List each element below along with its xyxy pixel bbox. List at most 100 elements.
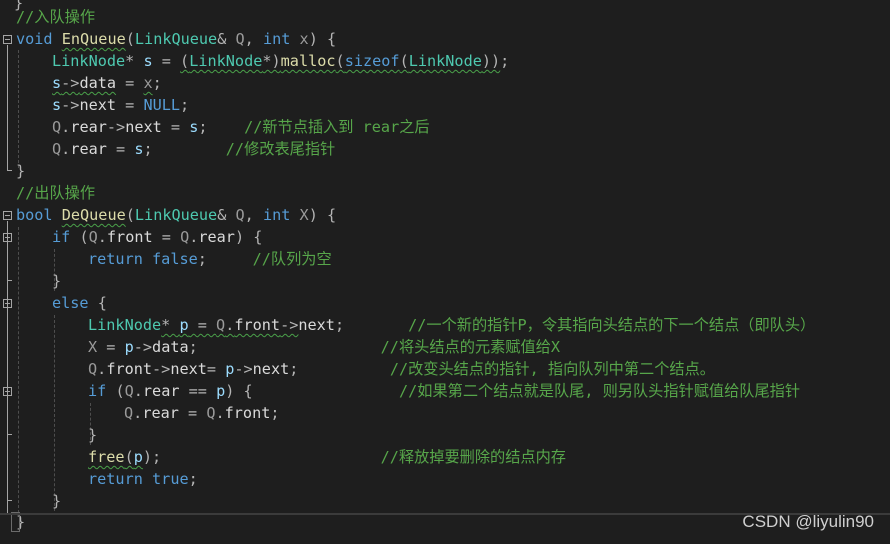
code-token: ) { <box>308 30 337 48</box>
code-token: -> <box>133 338 153 356</box>
code-token: int <box>262 206 291 224</box>
code-token: ( <box>125 206 135 224</box>
code-token: //如果第二个结点就是队尾, 则另队头指针赋值给队尾指针 <box>398 382 801 400</box>
code-token: Q <box>124 404 134 422</box>
code-token: ( <box>70 228 89 246</box>
code-token: //入队操作 <box>16 8 96 26</box>
code-token: -> <box>61 96 80 114</box>
code-token: EnQueue <box>61 30 126 48</box>
code-line: } <box>52 490 61 512</box>
code-token: ( <box>124 448 134 466</box>
code-token: = <box>188 316 217 334</box>
code-editor[interactable]: } //入队操作 void EnQueue(LinkQueue& Q, int … <box>0 0 890 544</box>
code-token: front <box>234 316 281 334</box>
code-line: if (Q.rear == p) { //如果第二个结点就是队尾, 则另队头指针… <box>88 380 800 402</box>
code-token: } <box>16 162 26 180</box>
code-line: LinkNode* p = Q.front->next; //一个新的指针P，令… <box>88 314 815 336</box>
code-token: & <box>217 206 236 224</box>
text-cursor <box>11 512 20 532</box>
code-line: //出队操作 <box>16 182 95 204</box>
code-token: s <box>52 96 62 114</box>
code-line: void EnQueue(LinkQueue& Q, int x) { <box>16 28 336 50</box>
indent-guide <box>18 227 19 513</box>
code-line: } <box>88 424 97 446</box>
code-token: //将头结点的元素赋值给X <box>380 338 560 356</box>
code-token: Q <box>52 140 62 158</box>
code-token: } <box>52 272 62 290</box>
code-token: Q <box>88 228 98 246</box>
code-token: LinkQueue <box>134 206 218 224</box>
code-token: //改变头结点的指针, 指向队列中第二个结点。 <box>389 360 715 378</box>
code-token: malloc <box>280 52 336 70</box>
code-line: X = p->data; //将头结点的元素赋值给X <box>88 336 560 358</box>
code-token: ; <box>143 140 226 158</box>
code-token: //新节点插入到 rear之后 <box>244 118 430 136</box>
code-token: LinkQueue <box>134 30 218 48</box>
code-token: bool <box>16 206 53 224</box>
fold-toggle-if-rear[interactable] <box>3 387 12 396</box>
code-line: if (Q.front = Q.rear) { <box>52 226 262 248</box>
code-token: rear <box>70 140 107 158</box>
code-token: x <box>299 30 309 48</box>
code-line: else { <box>52 292 107 314</box>
fold-toggle-dequeue[interactable] <box>3 211 12 220</box>
code-token: } <box>88 426 98 444</box>
fold-end-enqueue <box>7 170 12 171</box>
code-token: , <box>244 206 263 224</box>
code-token: //出队操作 <box>16 184 96 202</box>
code-token: if <box>88 382 107 400</box>
code-token: . <box>61 118 71 136</box>
code-token: next <box>170 360 207 378</box>
code-token: ( <box>399 52 409 70</box>
code-token: //释放掉要删除的结点内存 <box>380 448 566 466</box>
code-token: ; <box>270 404 280 422</box>
code-line: free(p); //释放掉要删除的结点内存 <box>88 446 566 468</box>
code-line: return false; //队列为空 <box>88 248 332 270</box>
fold-toggle-enqueue[interactable] <box>3 35 12 44</box>
code-token: . <box>225 316 235 334</box>
code-token: Q <box>235 30 245 48</box>
code-token: ; <box>334 316 409 334</box>
code-token: ( <box>180 52 190 70</box>
code-token: . <box>133 382 143 400</box>
code-token: p <box>216 382 226 400</box>
code-line: } <box>52 270 61 292</box>
code-token: = <box>206 360 226 378</box>
code-token: . <box>97 228 107 246</box>
fold-toggle-else[interactable] <box>3 299 12 308</box>
code-token: -> <box>152 360 171 378</box>
code-token: ; <box>188 470 198 488</box>
code-token: ( <box>125 30 135 48</box>
code-token: ; <box>500 52 510 70</box>
code-line: Q.front->next= p->next; //改变头结点的指针, 指向队列… <box>88 358 715 380</box>
watermark: CSDN @liyulin90 <box>742 512 874 531</box>
code-token: //一个新的指针P，令其指向头结点的下一个结点（即队头） <box>408 316 816 334</box>
code-token: ; <box>198 118 245 136</box>
code-token: next <box>79 96 117 114</box>
code-token: -> <box>280 316 299 334</box>
code-token: = <box>152 228 181 246</box>
code-token: X <box>88 338 98 356</box>
code-token: LinkNode <box>189 52 263 70</box>
code-token: else <box>52 294 89 312</box>
code-token: -> <box>106 118 126 136</box>
code-token: ) { <box>234 228 263 246</box>
code-token: = <box>116 96 144 114</box>
code-token: rear <box>142 404 179 422</box>
code-token: * <box>125 52 144 70</box>
code-token: = <box>152 52 181 70</box>
code-token: Q <box>180 228 190 246</box>
code-token: & <box>217 30 236 48</box>
code-token: next <box>125 118 162 136</box>
code-line: return true; <box>88 468 198 490</box>
fold-toggle-if-empty[interactable] <box>3 233 12 242</box>
code-token: LinkNode <box>408 52 482 70</box>
code-token: front <box>106 228 153 246</box>
code-token: return <box>88 250 143 268</box>
code-token: if <box>52 228 71 246</box>
